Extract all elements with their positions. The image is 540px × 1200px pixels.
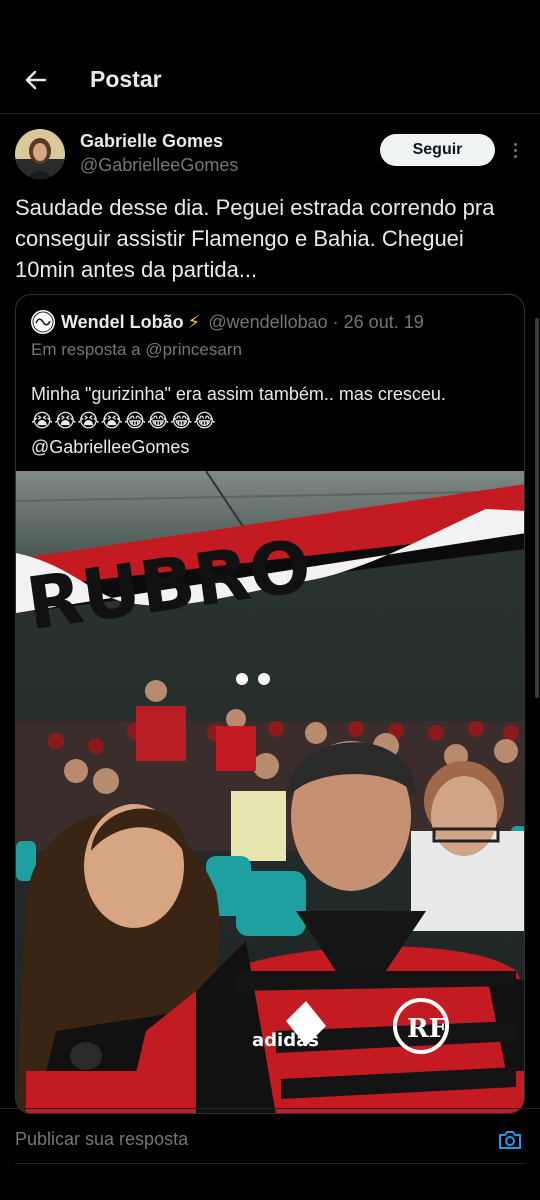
emoji: 😭	[31, 411, 54, 432]
post-author: Gabrielle Gomes @GabrielleeGomes Seguir	[15, 128, 525, 182]
follow-button[interactable]: Seguir	[380, 134, 495, 166]
emoji: 😂	[170, 411, 193, 432]
mention[interactable]: @GabrielleeGomes	[31, 434, 511, 461]
camera-button[interactable]	[497, 1127, 523, 1153]
emoji: 😂	[193, 411, 216, 432]
quote-author-name[interactable]: Wendel Lobão	[61, 312, 184, 333]
quote-body: Minha "gurizinha" era assim também.. mas…	[31, 381, 511, 461]
svg-text:RF: RF	[407, 1014, 448, 1044]
top-bar: Postar	[0, 46, 540, 114]
post-text: Saudade desse dia. Peguei estrada corren…	[15, 195, 495, 282]
author-name[interactable]: Gabrielle Gomes	[80, 131, 223, 152]
emoji: 😭	[77, 411, 100, 432]
emoji: 😭	[54, 411, 77, 432]
shirt-brand: adidas	[252, 1030, 319, 1051]
emoji: 😂	[123, 411, 147, 432]
quote-avatar	[31, 310, 55, 334]
emoji-row: 😭 😭 😭 😭 😂 😂 😂 😂	[31, 410, 511, 434]
lightning-bolt-icon: ⚡	[187, 311, 201, 332]
reply-bar: Publicar sua resposta	[0, 1108, 540, 1168]
more-options-button[interactable]	[505, 136, 525, 164]
stadium-photo[interactable]: RUBRO adidas RF	[16, 471, 525, 1114]
quote-text: Minha "gurizinha" era assim também.. mas…	[31, 384, 446, 404]
quoted-post[interactable]: Wendel Lobão ⚡ @wendellobao · 26 out. 19…	[15, 294, 525, 1114]
back-button[interactable]	[18, 62, 54, 98]
page-title: Postar	[90, 66, 162, 92]
reply-input[interactable]: Publicar sua resposta	[15, 1129, 188, 1150]
avatar[interactable]	[15, 129, 65, 179]
emoji: 😭	[100, 411, 123, 432]
author-handle[interactable]: @GabrielleeGomes	[80, 155, 238, 176]
emoji: 😂	[147, 411, 170, 432]
quote-meta: @wendellobao · 26 out. 19	[208, 311, 424, 332]
more-vertical-icon	[513, 142, 517, 146]
arrow-left-icon	[25, 70, 47, 89]
scrollbar[interactable]	[535, 318, 539, 698]
camera-icon	[499, 1131, 521, 1149]
quote-header: Wendel Lobão ⚡ @wendellobao · 26 out. 19	[31, 309, 424, 335]
divider	[15, 1163, 525, 1164]
reply-to-label: Em resposta a @princesarn	[31, 340, 242, 359]
